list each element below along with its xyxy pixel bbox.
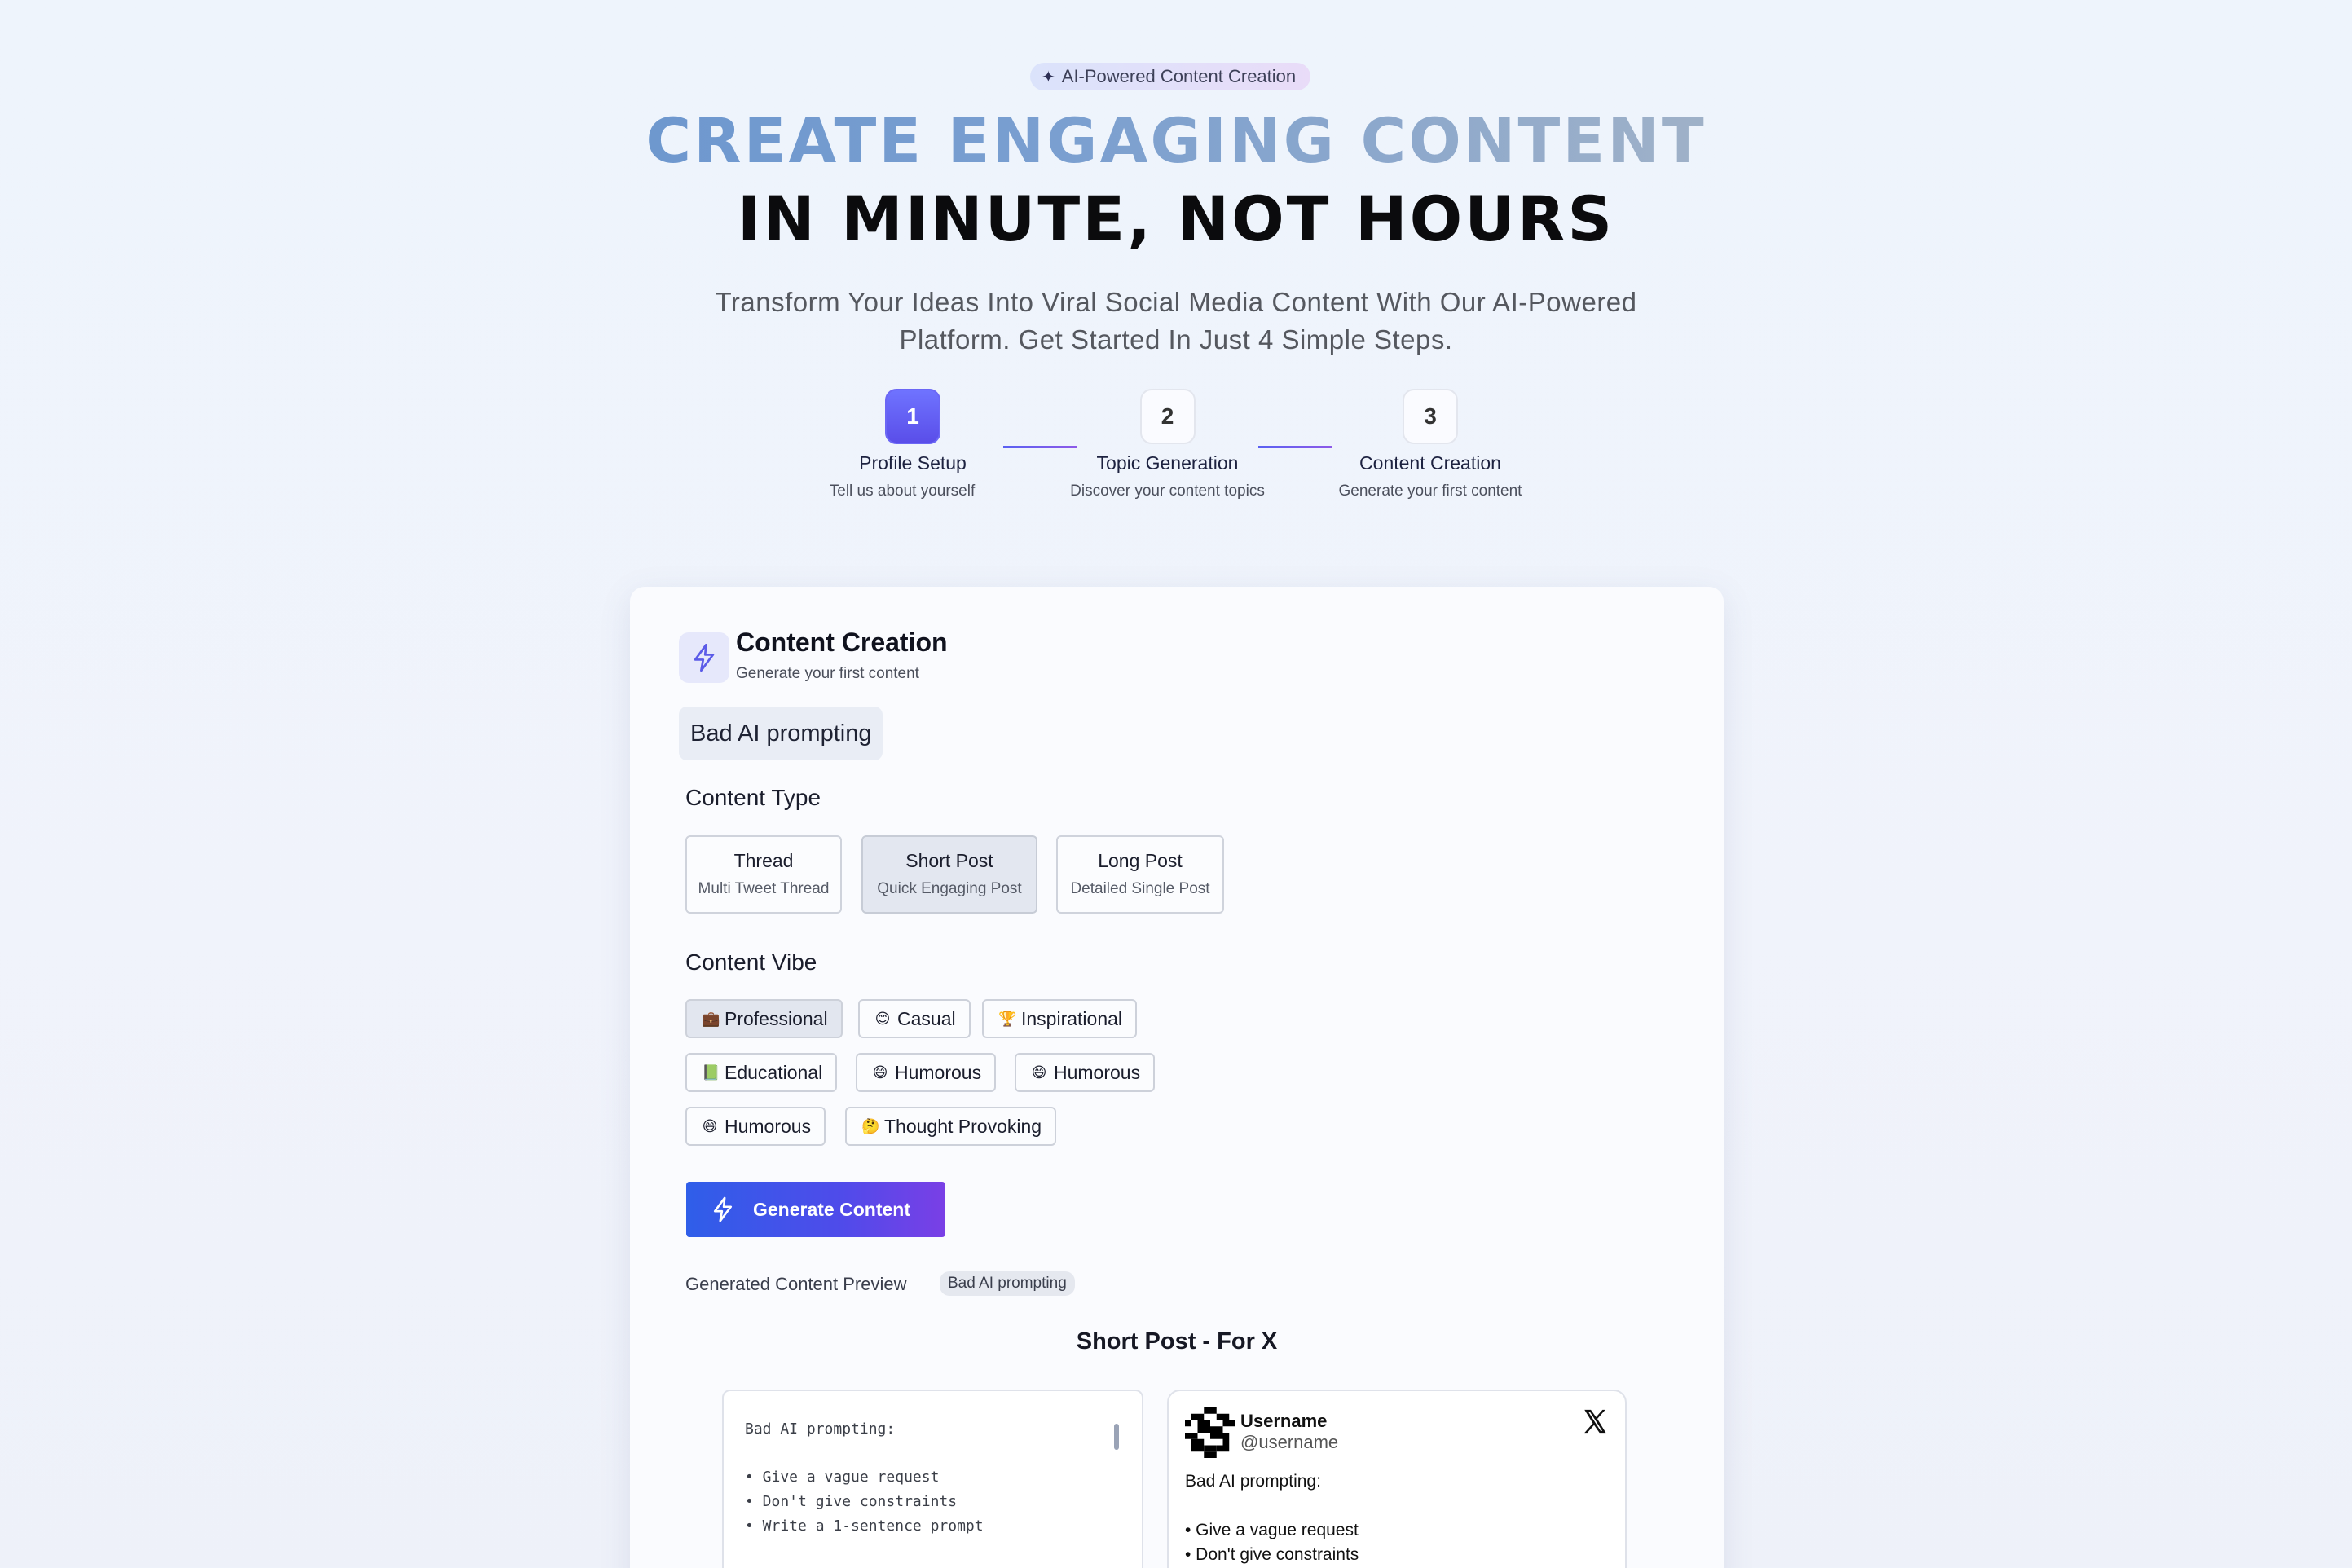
editor-line: • Give a vague request: [745, 1469, 940, 1486]
editor-line: • Don't give constraints: [745, 1493, 958, 1510]
vibe-label: Humorous: [725, 1115, 812, 1137]
vibe-label: Humorous: [1054, 1061, 1141, 1083]
preview-label: Generated Content Preview: [685, 1274, 907, 1294]
editor-line: • Write a 1-sentence prompt: [745, 1517, 984, 1535]
topic-tag: Bad AI prompting: [679, 707, 883, 760]
vibe-label: Educational: [725, 1061, 823, 1083]
step-title: Content Creation: [1359, 452, 1501, 473]
avatar: [1185, 1407, 1235, 1458]
step-description: Tell us about yourself: [829, 482, 976, 500]
content-creation-card: Content Creation Generate your first con…: [630, 587, 1724, 1568]
vibe-label: Humorous: [895, 1061, 982, 1083]
hero-subtitle: Transform Your Ideas Into Viral Social M…: [715, 287, 1637, 355]
step-profile-setup[interactable]: 1 Profile Setup Tell us about yourself: [815, 389, 1011, 500]
trophy-icon: 🏆: [998, 1010, 1017, 1027]
step-number: 3: [1403, 389, 1458, 444]
tweet-line: • Don't give constraints: [1185, 1545, 1359, 1564]
ai-badge: ✦ AI-Powered Content Creation: [1030, 63, 1311, 90]
content-type-title: Short Post: [905, 850, 993, 871]
sparkle-icon: ✦: [1042, 68, 1055, 86]
vibe-chip-educational[interactable]: 📗 Educational: [685, 1053, 838, 1092]
briefcase-icon: 💼: [702, 1010, 720, 1027]
tweet-body: Bad AI prompting: • Give a vague request…: [1185, 1469, 1359, 1567]
content-editor[interactable]: Bad AI prompting: • Give a vague request…: [722, 1390, 1143, 1568]
content-type-long-post[interactable]: Long Post Detailed Single Post: [1056, 835, 1224, 914]
grin-icon: 😄: [1031, 1064, 1047, 1081]
generate-content-label: Generate Content: [753, 1198, 910, 1220]
step-title: Topic Generation: [1096, 452, 1239, 473]
step-number: 2: [1139, 389, 1196, 444]
vibe-label: Casual: [897, 1007, 956, 1029]
tweet-heading: Bad AI prompting:: [1185, 1472, 1321, 1491]
vibe-chip-inspirational[interactable]: 🏆 Inspirational: [982, 999, 1138, 1038]
lightning-icon: [679, 632, 729, 683]
preview-topic-tag: Bad AI prompting: [940, 1271, 1075, 1296]
lightning-icon: [713, 1196, 733, 1222]
content-type-subtitle: Quick Engaging Post: [877, 880, 1022, 897]
vibe-chip-casual[interactable]: 😊 Casual: [858, 999, 971, 1038]
vibe-chip-humorous[interactable]: 😄 Humorous: [685, 1107, 826, 1146]
headline-line-2: IN MINUTE, NOT HOURS: [737, 183, 1615, 255]
smile-icon: 😊: [874, 1010, 891, 1027]
content-type-subtitle: Detailed Single Post: [1070, 880, 1210, 897]
x-logo-icon: [1584, 1409, 1606, 1434]
content-type-short-post[interactable]: Short Post Quick Engaging Post: [861, 835, 1037, 914]
content-type-title: Thread: [733, 850, 794, 871]
vibe-chip-thought-provoking[interactable]: 🤔 Thought Provoking: [845, 1107, 1057, 1146]
vibe-label: Inspirational: [1021, 1007, 1123, 1029]
step-number: 1: [885, 389, 940, 444]
step-title: Profile Setup: [859, 452, 967, 473]
vibe-chip-professional[interactable]: 💼 Professional: [685, 999, 843, 1038]
editor-scrollbar[interactable]: [1114, 1424, 1119, 1450]
page: ✦ AI-Powered Content Creation CREATE ENG…: [0, 0, 2352, 1568]
step-content-creation[interactable]: 3 Content Creation Generate your first c…: [1324, 389, 1536, 500]
vibe-label: Thought Provoking: [884, 1115, 1042, 1137]
book-icon: 📗: [702, 1064, 720, 1081]
grin-icon: 😄: [872, 1064, 888, 1081]
ai-badge-label: AI-Powered Content Creation: [1061, 66, 1297, 86]
vibe-label: Professional: [725, 1007, 828, 1029]
card-subtitle: Generate your first content: [736, 665, 919, 682]
step-description: Discover your content topics: [1070, 482, 1265, 500]
preview-title: Short Post - For X: [1076, 1328, 1278, 1354]
content-vibe-label: Content Vibe: [685, 949, 817, 975]
grin-icon: 😄: [702, 1117, 718, 1134]
content-type-title: Long Post: [1098, 850, 1183, 871]
editor-heading: Bad AI prompting:: [745, 1420, 896, 1438]
vibe-chip-humorous[interactable]: 😄 Humorous: [1015, 1053, 1156, 1092]
content-type-label: Content Type: [685, 785, 821, 810]
step-connector: [1258, 446, 1332, 448]
step-description: Generate your first content: [1338, 482, 1522, 500]
thinking-icon: 🤔: [861, 1117, 880, 1134]
tweet-line: • Give a vague request: [1185, 1521, 1359, 1539]
tweet-username: Username: [1240, 1411, 1328, 1431]
headline-line-1: CREATE ENGAGING CONTENT: [0, 104, 2352, 177]
generate-content-button[interactable]: Generate Content: [686, 1182, 945, 1237]
x-post-preview: Username @username Bad AI prompting: • G…: [1167, 1390, 1627, 1568]
vibe-chip-humorous[interactable]: 😄 Humorous: [856, 1053, 997, 1092]
step-topic-generation[interactable]: 2 Topic Generation Discover your content…: [1059, 389, 1275, 500]
tweet-handle: @username: [1240, 1432, 1339, 1452]
content-type-thread[interactable]: Thread Multi Tweet Thread: [685, 835, 842, 914]
content-type-subtitle: Multi Tweet Thread: [698, 880, 830, 897]
card-title: Content Creation: [736, 628, 948, 657]
